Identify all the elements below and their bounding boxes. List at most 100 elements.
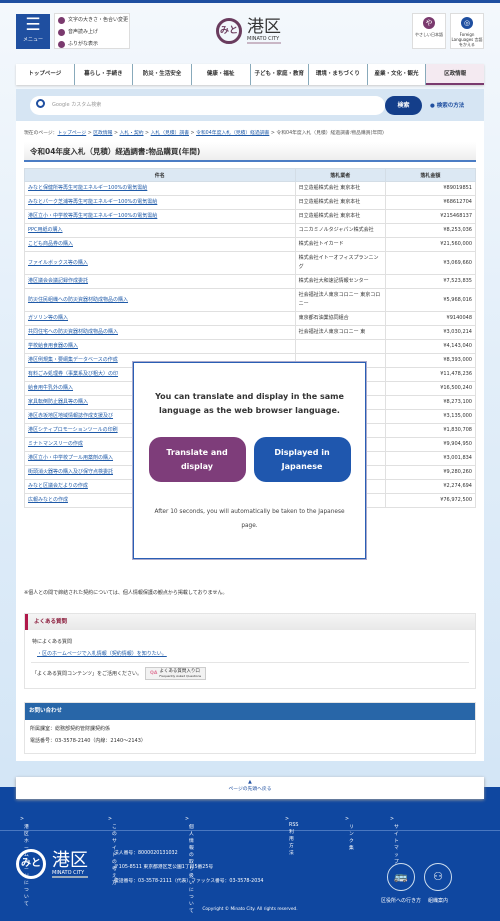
breadcrumb-link[interactable]: 入札・契約	[120, 131, 144, 136]
item-link[interactable]: こども商品券の購入	[28, 241, 73, 247]
bidder-cell: 株式会社トイカード	[294, 237, 386, 252]
item-name-cell: ファイルボックス等の購入	[24, 251, 296, 275]
item-link[interactable]: 港区シティプロモーションツールの印刷	[28, 427, 118, 433]
search-placeholder: Google カスタム検索	[52, 102, 102, 108]
search-input[interactable]: Google カスタム検索	[30, 96, 385, 115]
faq-heading: よくある質問	[25, 614, 475, 630]
breadcrumb-link[interactable]: 区政情報	[93, 131, 112, 136]
nav-health[interactable]: 健康・福祉	[192, 64, 251, 85]
faq-prompt: 「よくある質問コンテンツ」をご活用ください。	[32, 671, 143, 677]
amount-cell: ¥21,560,000	[384, 237, 477, 252]
footer-links: > 港区ホームページについて > このサイトの考え方 > 個人情報の取り扱いにつ…	[0, 811, 500, 914]
tool-label: 文字の大きさ・色合い変更	[68, 17, 129, 23]
footer-link[interactable]: > 個人情報の取り扱いについて	[185, 817, 194, 914]
arrow-up-icon: ▲	[248, 780, 252, 785]
column-header: 件名	[24, 168, 296, 182]
bidder-cell: 日立造船株式会社 東京本社	[294, 181, 386, 196]
footer-link[interactable]: > 港区ホームページについて	[20, 817, 29, 907]
address: 〒105-8511 東京都港区芝公園1丁目5番25号	[114, 865, 214, 870]
globe-icon: ◎	[461, 17, 473, 29]
access-link[interactable]: 区役所への行き方	[381, 897, 421, 904]
text-size-color-button[interactable]: 文字の大きさ・色合い変更	[55, 14, 129, 26]
copyright: Copyright © Minato City. All rights rese…	[202, 907, 298, 912]
item-link[interactable]: 家具転倒防止器具等の購入	[28, 399, 88, 405]
item-link[interactable]: 港区例規集・要綱集データベースの作成	[28, 357, 118, 363]
item-link[interactable]: PPC用紙の購入	[28, 227, 63, 233]
display-japanese-button[interactable]: Displayed in Japanese	[253, 437, 351, 482]
faq-link-label: 区のホームページで入札情報（契約情報）を知りたい。	[42, 651, 167, 657]
amount-cell: ¥3,135,000	[384, 409, 477, 424]
nav-children[interactable]: 子ども・家庭・教育	[251, 64, 310, 85]
read-aloud-button[interactable]: 音声読み上げ	[55, 26, 129, 38]
footer-link[interactable]: > サイトマップ	[390, 817, 399, 865]
footer-link[interactable]: > RSS利用方法	[285, 817, 298, 856]
breadcrumb-link[interactable]: 令和04年度入札（見積）経過調書	[196, 131, 269, 136]
faq-subheading: 特によくある質問	[32, 639, 73, 645]
hamburger-icon: ☰	[25, 15, 41, 35]
menu-button[interactable]: ☰ メニュー	[16, 14, 50, 49]
back-to-top-label: ページの先頭へ戻る	[228, 787, 272, 792]
item-link[interactable]: みなとパーク芝浦等再生可能エネルギー100%の電気需給	[28, 199, 157, 205]
nav-government[interactable]: 区政情報	[426, 64, 484, 85]
breadcrumb-link[interactable]: 入札（見積）調書	[151, 131, 189, 136]
breadcrumb-link[interactable]: トップページ	[57, 131, 86, 136]
nav-living[interactable]: 暮らし・手続き	[75, 64, 134, 85]
item-link[interactable]: みなと保健所等再生可能エネルギー100%の電気需給	[28, 185, 147, 191]
item-link[interactable]: みなと区議会だよりの作成	[28, 483, 88, 489]
item-link[interactable]: ガソリン等の購入	[28, 315, 68, 321]
nav-top[interactable]: トップページ	[16, 64, 75, 85]
search-bar: Google カスタム検索 検索 ● 検索の方法	[16, 89, 484, 121]
minato-emblem-icon: みと	[16, 849, 46, 879]
foreign-languages-button[interactable]: ◎ Foreign Languages 言語をかえる	[450, 13, 484, 49]
site-logo[interactable]: みと 港区 MINATO CITY	[216, 17, 281, 44]
item-link[interactable]: 有料ごみ処理券（事業系及び粗大）の印	[28, 371, 118, 377]
easy-japanese-button[interactable]: ややさしい日本語	[412, 13, 446, 49]
back-to-top-button[interactable]: ▲ ページの先頭へ戻る	[16, 777, 484, 799]
item-link[interactable]: 防災住民組織への防災資器材助成物品の購入	[28, 297, 128, 303]
search-help-link[interactable]: ● 検索の方法	[430, 101, 464, 109]
table-row: 港区議会会議記録作成委託 株式会社大和速記情報センター ¥7,523,835	[24, 274, 477, 289]
item-link[interactable]: 港区立小・中学校プール用薬剤の購入	[28, 455, 113, 461]
item-link[interactable]: 広報みなとの作成	[28, 497, 68, 503]
accessibility-tools: 文字の大きさ・色合い変更 音声読み上げ ふりがな表示	[54, 13, 130, 49]
translate-button[interactable]: Translate and display	[148, 437, 246, 482]
item-link[interactable]: 港区赤坂地区地域情報誌作成支援及び	[28, 413, 113, 419]
nav-industry[interactable]: 産業・文化・観光	[368, 64, 427, 85]
access-bus-icon[interactable]: 🚌	[387, 863, 415, 891]
item-name-cell: PPC用紙の購入	[24, 223, 296, 238]
amount-cell: ¥3,030,214	[384, 325, 477, 340]
item-link[interactable]: 学校給食用食器の購入	[28, 343, 78, 349]
item-link[interactable]: ミナトマンスリーの作成	[28, 441, 83, 447]
furigana-button[interactable]: ふりがな表示	[55, 38, 129, 50]
contact-section: お問い合わせ 所属課室：総務部契約管財課契約係 電話番号：03-3578-214…	[24, 702, 476, 754]
item-link[interactable]: 共同住宅への防災資器材助成物品の購入	[28, 329, 118, 335]
footer-link[interactable]: > リンク集	[345, 817, 354, 851]
footer-link[interactable]: > このサイトの考え方	[108, 817, 117, 886]
top-accent-line	[0, 0, 500, 3]
logo-name: 港区	[52, 849, 88, 871]
bidder-cell: 東京都石油業協同組合	[294, 311, 386, 326]
org-chart-icon[interactable]: ⚇	[424, 863, 452, 891]
item-link[interactable]: 港区議会会議記録作成委託	[28, 278, 88, 284]
amount-cell: ¥1,830,708	[384, 423, 477, 438]
item-name-cell: みなとパーク芝浦等再生可能エネルギー100%の電気需給	[24, 195, 296, 210]
org-link[interactable]: 組織案内	[418, 897, 458, 904]
nav-safety[interactable]: 防災・生活安全	[133, 64, 192, 85]
search-icon	[36, 99, 45, 108]
faq-entrance-button[interactable]: QA よくある質問入り口 Frequently Asked Questions	[145, 667, 207, 680]
item-name-cell: 防災住民組織への防災資器材助成物品の購入	[24, 288, 296, 312]
item-link[interactable]: ファイルボックス等の購入	[28, 260, 88, 266]
column-header: 落札金額	[384, 168, 477, 182]
amount-cell: ¥68612704	[384, 195, 477, 210]
divider	[31, 662, 469, 663]
faq-link[interactable]: ・区のホームページで入札情報（契約情報）を知りたい。	[37, 650, 475, 657]
nav-environment[interactable]: 環境・まちづくり	[309, 64, 368, 85]
search-button[interactable]: 検索	[385, 96, 422, 115]
amount-cell: ¥9140048	[384, 311, 477, 326]
amount-cell: ¥3,001,834	[384, 451, 477, 466]
amount-cell: ¥3,069,660	[384, 251, 477, 275]
item-link[interactable]: 街頭消火器等の購入及び保守点検委託	[28, 469, 113, 475]
item-link[interactable]: 給食用牛乳外の購入	[28, 385, 73, 391]
item-link[interactable]: 港区立小・中学校等再生可能エネルギー100%の電気需給	[28, 213, 157, 219]
amount-cell: ¥8,273,100	[384, 395, 477, 410]
